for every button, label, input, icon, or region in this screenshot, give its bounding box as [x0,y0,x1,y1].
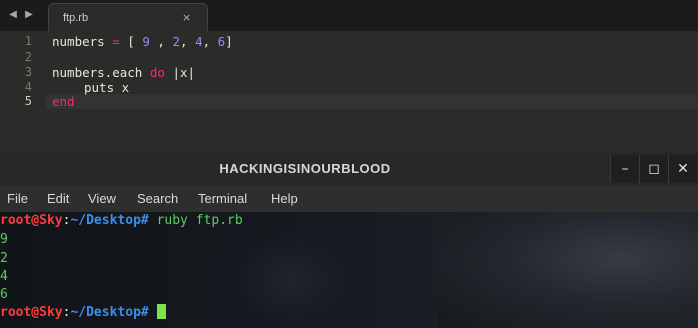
code-line-3: numbers.each do |x| [52,65,196,80]
menu-search[interactable]: Search [137,191,178,206]
prompt-line: root@Sky:~/Desktop# ruby ftp.rb [0,213,243,228]
output-line: 4 [0,269,8,284]
code-editor: ◀ ▶ ftp.rb × 1 2 3 4 5 numbers = [ 9 , 2… [0,0,698,152]
menu-help[interactable]: Help [271,191,298,206]
menu-file[interactable]: File [7,191,28,206]
text-cursor [156,304,166,319]
menu-terminal[interactable]: Terminal [198,191,247,206]
terminal-output-area[interactable]: root@Sky:~/Desktop# ruby ftp.rb 9 2 4 6 … [0,212,698,328]
background-shade [230,232,350,328]
background-image [438,212,698,328]
current-line-highlight [0,94,698,109]
line-number: 5 [24,94,32,108]
output-line: 2 [0,251,8,266]
nav-back-icon[interactable]: ◀ [8,9,18,21]
menu-bar: File Edit View Search Terminal Help [0,186,698,212]
menu-view[interactable]: View [88,191,116,206]
tab-ftp-rb[interactable]: ftp.rb × [48,3,208,31]
terminal-window: HACKINGISINOURBLOOD – ◻ ✕ File Edit View… [0,152,698,328]
menu-edit[interactable]: Edit [47,191,69,206]
code-line-1: numbers = [ 9 , 2, 4, 6] [52,34,233,49]
tab-title: ftp.rb [63,12,89,24]
command-text: ruby ftp.rb [156,213,243,228]
line-number: 1 [24,34,32,48]
nav-forward-icon[interactable]: ▶ [24,9,34,21]
code-line-5: end [52,94,75,109]
window-title: HACKINGISINOURBLOOD [219,161,391,176]
line-number: 2 [24,50,32,64]
tab-close-icon[interactable]: × [182,11,191,24]
prompt-line-current: root@Sky:~/Desktop# [0,304,166,322]
output-line: 9 [0,232,8,247]
output-line: 6 [0,287,8,302]
tab-bar: ◀ ▶ ftp.rb × [0,0,698,31]
close-button[interactable]: ✕ [668,155,697,183]
line-number: 4 [24,80,32,94]
code-line-4: puts x [84,80,130,95]
line-number: 3 [24,65,32,79]
minimize-button[interactable]: – [610,155,639,183]
maximize-button[interactable]: ◻ [639,155,668,183]
terminal-titlebar[interactable]: HACKINGISINOURBLOOD – ◻ ✕ [0,152,698,186]
line-number-gutter: 1 2 3 4 5 [0,31,46,152]
